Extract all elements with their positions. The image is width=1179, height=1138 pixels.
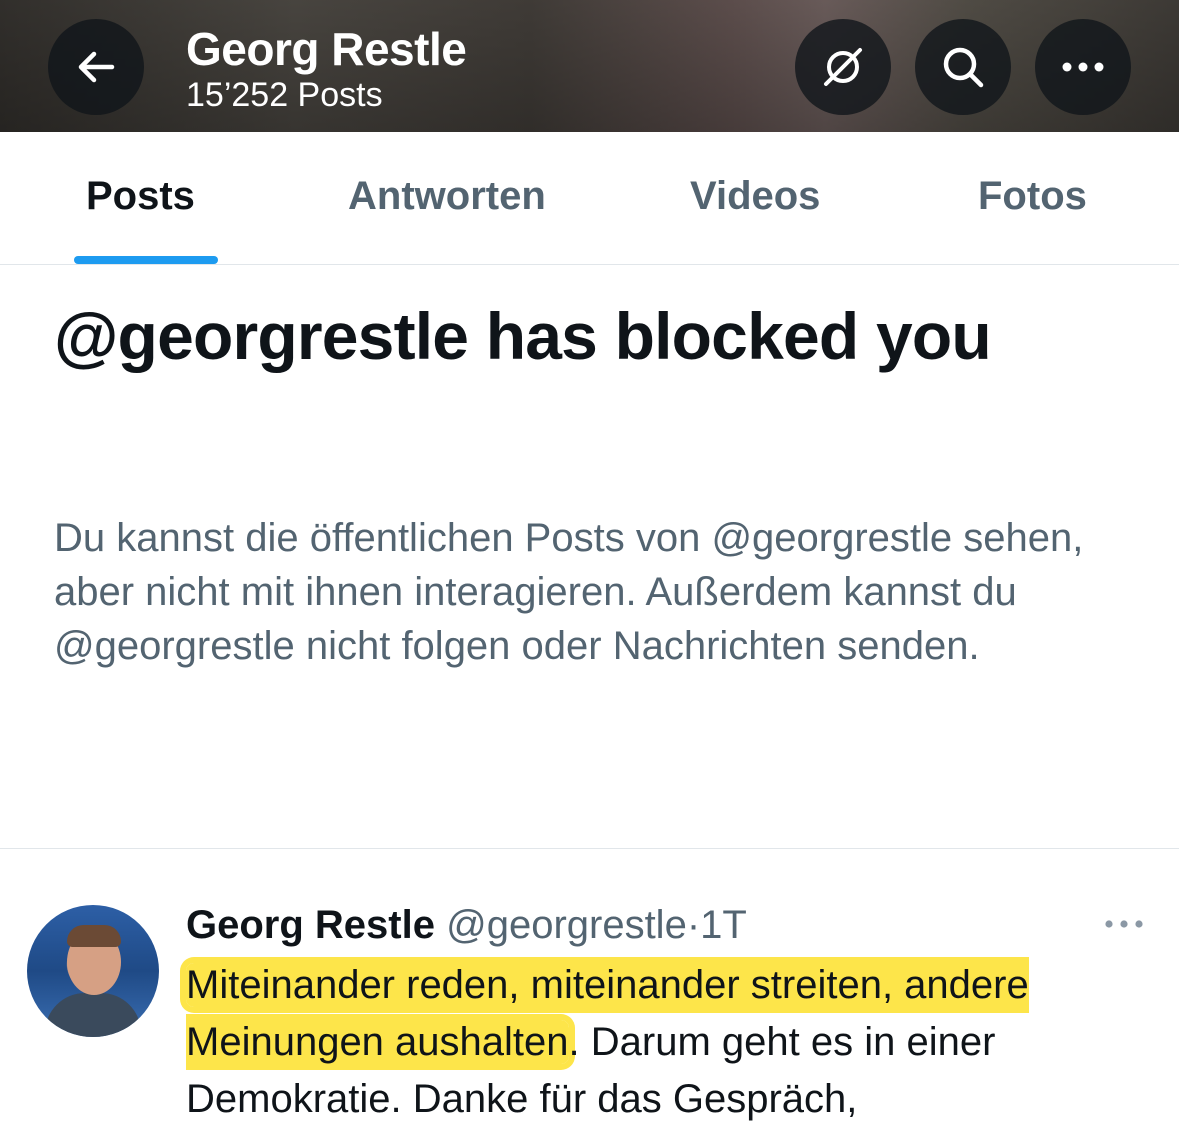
post-time[interactable]: 1T xyxy=(700,903,747,947)
post-text[interactable]: Miteinander reden, miteinander streiten,… xyxy=(186,957,1166,1128)
blocked-description: Du kannst die öffentlichen Posts von @ge… xyxy=(54,516,1084,668)
post-more-button[interactable] xyxy=(1100,904,1148,944)
blocked-heading: @georgrestle has blocked you xyxy=(54,299,992,373)
translate-icon xyxy=(824,48,862,86)
post-separator: · xyxy=(686,903,701,947)
active-tab-indicator xyxy=(74,256,218,264)
more-icon xyxy=(1062,62,1104,72)
more-options-button[interactable] xyxy=(1035,19,1131,115)
back-button[interactable] xyxy=(48,19,144,115)
translate-button[interactable] xyxy=(795,19,891,115)
tab-posts[interactable]: Posts xyxy=(86,174,195,219)
post-author-name[interactable]: Georg Restle xyxy=(186,903,435,947)
post-header: Georg Restle @georgrestle·1T xyxy=(186,900,747,950)
tab-antworten[interactable]: Antworten xyxy=(348,174,546,219)
profile-name-title: Georg Restle xyxy=(186,23,467,75)
profile-header-banner: Georg Restle 15’252 Posts xyxy=(0,0,1179,132)
avatar[interactable] xyxy=(27,905,159,1037)
more-icon xyxy=(1105,920,1143,928)
divider xyxy=(0,848,1179,849)
tab-fotos[interactable]: Fotos xyxy=(978,174,1087,219)
post-author-handle[interactable]: @georgrestle xyxy=(446,903,687,947)
profile-tabs: Posts Antworten Videos Fotos xyxy=(0,132,1179,265)
avatar-hair xyxy=(67,925,121,947)
search-button[interactable] xyxy=(915,19,1011,115)
avatar-body xyxy=(45,993,141,1037)
search-icon xyxy=(943,47,984,88)
tab-videos[interactable]: Videos xyxy=(690,174,820,219)
back-arrow-icon xyxy=(78,51,115,83)
post-count: 15’252 Posts xyxy=(186,76,383,114)
